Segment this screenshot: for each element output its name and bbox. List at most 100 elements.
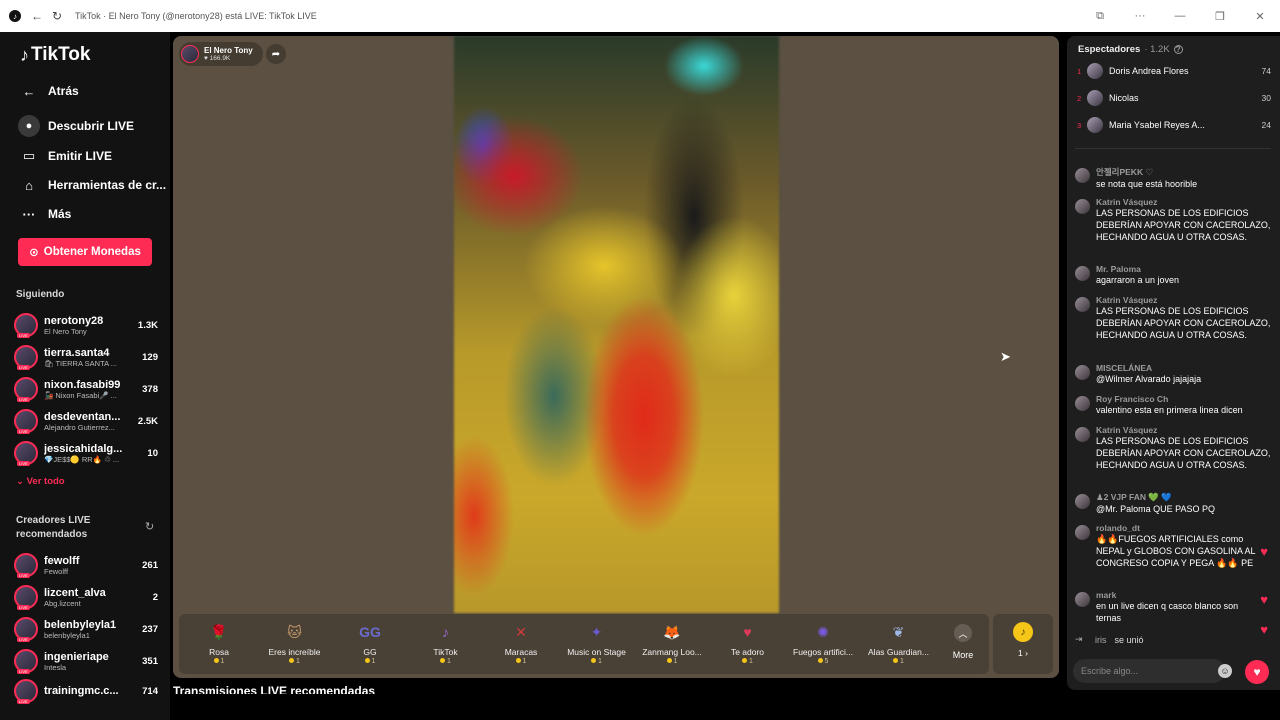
chat-text: en un live dicen q casco blanco son tern… xyxy=(1096,601,1239,623)
chat-message[interactable]: Roy Francisco Ch valentino esta en primer… xyxy=(1075,394,1271,416)
chat-username: ♟2 VJP FAN 💚 💙 xyxy=(1096,492,1172,502)
chat-message[interactable]: rolando_dt 🔥🔥FUEGOS ARTIFICIALES como NEP… xyxy=(1075,523,1271,569)
restore-icon[interactable]: ❐ xyxy=(1200,6,1240,26)
nav-back-label: Atrás xyxy=(48,84,79,98)
chat-text: valentino esta en primera linea dicen xyxy=(1096,405,1243,415)
chat-input[interactable]: Escribe algo... xyxy=(1073,659,1225,683)
get-coins-button[interactable]: ⊙ Obtener Monedas xyxy=(18,238,152,266)
chevron-down-icon: ⌄ xyxy=(16,476,24,487)
avatar xyxy=(1087,117,1103,133)
nav-go-live[interactable]: ▭ Emitir LIVE xyxy=(18,145,112,167)
viewer-count: 2.5K xyxy=(137,415,158,427)
following-item[interactable]: LIVE nerotony28 El Nero Tony 1.3K xyxy=(14,310,158,340)
coin-balance-label: 1 › xyxy=(1018,648,1028,658)
recommended-item[interactable]: LIVE belenbyleyla1 belenbyleyla1 237 xyxy=(14,614,158,644)
avatar xyxy=(1075,199,1090,214)
gift-item[interactable]: GG GG 1 xyxy=(335,620,405,665)
viewers-header[interactable]: Espectadores · 1.2K ? xyxy=(1078,44,1183,55)
gift-item[interactable]: 🦊 Zanmang Loo... 1 xyxy=(637,620,707,666)
nav-more[interactable]: ··· Más xyxy=(18,203,72,225)
viewer-count: 714 xyxy=(142,685,158,697)
viewers-count: · 1.2K xyxy=(1144,44,1170,55)
gift-item[interactable]: 🐱 Eres increíble 1 xyxy=(260,620,330,666)
nav-go-live-label: Emitir LIVE xyxy=(48,149,113,163)
like-heart-button[interactable]: ♥ xyxy=(1245,660,1269,684)
following-item[interactable]: LIVE jessicahidalg... 💎JE$$🟡 RR🔥 ♲ ... 10 xyxy=(14,438,158,468)
minimize-icon[interactable]: — xyxy=(1160,6,1200,26)
gift-item[interactable]: ♪ TikTok 1 xyxy=(411,620,481,665)
coin-balance-button[interactable]: ♪ 1 › xyxy=(993,614,1053,674)
see-all-link[interactable]: ⌄ Ver todo xyxy=(16,476,65,487)
back-arrow-icon[interactable]: ← xyxy=(27,6,47,26)
viewer-score: 24 xyxy=(1261,120,1271,130)
gift-cost: 1 xyxy=(411,658,481,665)
following-item[interactable]: LIVE desdeventan... Alejandro Gutierrez..… xyxy=(14,406,158,436)
viewer-count: 261 xyxy=(142,559,158,571)
viewer-count: 351 xyxy=(142,655,158,667)
recommended-item[interactable]: LIVE ingenieriape Intesla 351 xyxy=(14,646,158,676)
live-video[interactable] xyxy=(454,36,779,613)
tiktok-note-icon: ♪ xyxy=(20,44,29,65)
chat-message[interactable]: Katrin Vásquez LAS PERSONAS DE LOS EDIFIC… xyxy=(1075,295,1271,341)
gift-item[interactable]: ✺ Fuegos artifici... 5 xyxy=(788,620,858,666)
gift-item[interactable]: ✦ Music on Stage 1 xyxy=(562,620,632,666)
gift-cost: 1 xyxy=(260,658,330,665)
host-badge[interactable]: El Nero Tony ♥ 166.9K xyxy=(179,42,263,66)
gift-item[interactable]: 🌹 Rosa 1 xyxy=(184,620,254,666)
refresh-recommendations-icon[interactable]: ↻ xyxy=(145,520,154,533)
avatar: LIVE xyxy=(14,585,38,610)
info-icon[interactable]: ? xyxy=(1173,45,1183,54)
gift-name: Fuegos artifici... xyxy=(793,647,853,657)
top-viewer-row[interactable]: 3 Maria Ysabel Reyes A... 24 xyxy=(1077,116,1271,134)
coin-icon xyxy=(364,658,370,663)
account-name: tierra.santa4 xyxy=(44,346,110,359)
nav-creator-tools-label: Herramientas de cr... xyxy=(48,178,167,192)
chat-username: 안젤리PEKK ♡ xyxy=(1096,167,1154,177)
chat-message[interactable]: ♟2 VJP FAN 💚 💙 @Mr. Paloma QUE PASO PQ xyxy=(1075,492,1271,515)
gift-icon: ♪ xyxy=(442,624,449,640)
account-nickname: Abg.lizcent xyxy=(44,598,81,608)
top-viewer-row[interactable]: 2 Nicolas 30 xyxy=(1077,89,1271,107)
gift-cost-value: 1 xyxy=(371,658,376,665)
following-item[interactable]: LIVE nixon.fasabi99 🚂 Nixon Fasabi🎤 ... 3… xyxy=(14,374,158,404)
recommended-item[interactable]: LIVE fewolff Fewolff 261 xyxy=(14,550,158,580)
chat-message[interactable]: Katrin Vásquez LAS PERSONAS DE LOS EDIFIC… xyxy=(1075,197,1271,243)
chat-message[interactable]: Mr. Paloma agarraron a un joven xyxy=(1075,264,1271,286)
heart-icon: ♥ xyxy=(1260,592,1268,607)
viewer-count: 10 xyxy=(147,447,158,459)
coin-icon xyxy=(515,658,521,663)
share-arrow-icon[interactable]: ➦ xyxy=(266,44,286,64)
close-icon[interactable]: ✕ xyxy=(1240,6,1280,26)
app-view-icon[interactable]: ⧉ xyxy=(1080,6,1120,26)
gift-item[interactable]: ♥ Te adoro 1 xyxy=(713,620,783,665)
more-gifts-button[interactable]: ︿ More xyxy=(943,624,983,660)
chat-message[interactable]: 안젤리PEKK ♡ se nota que está hoorible xyxy=(1075,166,1271,190)
chat-message[interactable]: MISCELÁNEA @Wilmer Alvarado jajajaja xyxy=(1075,363,1271,385)
refresh-icon[interactable]: ↻ xyxy=(47,6,67,26)
gift-icon: 🦊 xyxy=(663,623,681,640)
viewer-count: 378 xyxy=(142,383,158,395)
gift-item[interactable]: ✕ Maracas 1 xyxy=(486,620,556,666)
gift-item[interactable]: ❦ Alas Guardian... 1 xyxy=(864,620,934,666)
chat-username: MISCELÁNEA xyxy=(1096,363,1153,373)
following-item[interactable]: LIVE tierra.santa4 🛍 TIERRA SANTA ... 129 xyxy=(14,342,158,372)
nav-discover-live[interactable]: ● Descubrir LIVE xyxy=(18,115,134,137)
chat-username: Katrin Vásquez xyxy=(1096,425,1158,435)
gift-cost: 1 xyxy=(562,658,632,665)
top-viewer-row[interactable]: 1 Doris Andrea Flores 74 xyxy=(1077,62,1271,80)
nav-creator-tools[interactable]: ⌂ Herramientas de cr... xyxy=(18,174,166,196)
more-options-icon[interactable]: ··· xyxy=(1120,6,1160,26)
recommended-item[interactable]: LIVE trainingmc.c... 714 xyxy=(14,676,158,706)
live-stage: El Nero Tony ♥ 166.9K ➦ 🌹 Rosa 1 🐱 Eres incr… xyxy=(173,36,1059,678)
nav-back[interactable]: ← Atrás xyxy=(18,80,79,102)
chat-text: 🔥🔥FUEGOS ARTIFICIALES como NEPAL y GLOBO… xyxy=(1096,534,1256,568)
chat-message[interactable]: mark en un live dicen q casco blanco son … xyxy=(1075,590,1271,624)
tiktok-logo[interactable]: ♪ TikTok xyxy=(20,44,90,66)
recommended-item[interactable]: LIVE lizcent_alva Abg.lizcent 2 xyxy=(14,582,158,612)
enter-icon: ⇥ xyxy=(1075,634,1083,644)
live-avatar-icon: ● xyxy=(18,115,40,137)
gift-cost: 1 xyxy=(637,658,707,665)
gift-cost: 1 xyxy=(184,658,254,665)
chat-message[interactable]: Katrin Vásquez LAS PERSONAS DE LOS EDIFIC… xyxy=(1075,425,1271,471)
emoji-icon[interactable]: ☺ xyxy=(1218,664,1232,678)
